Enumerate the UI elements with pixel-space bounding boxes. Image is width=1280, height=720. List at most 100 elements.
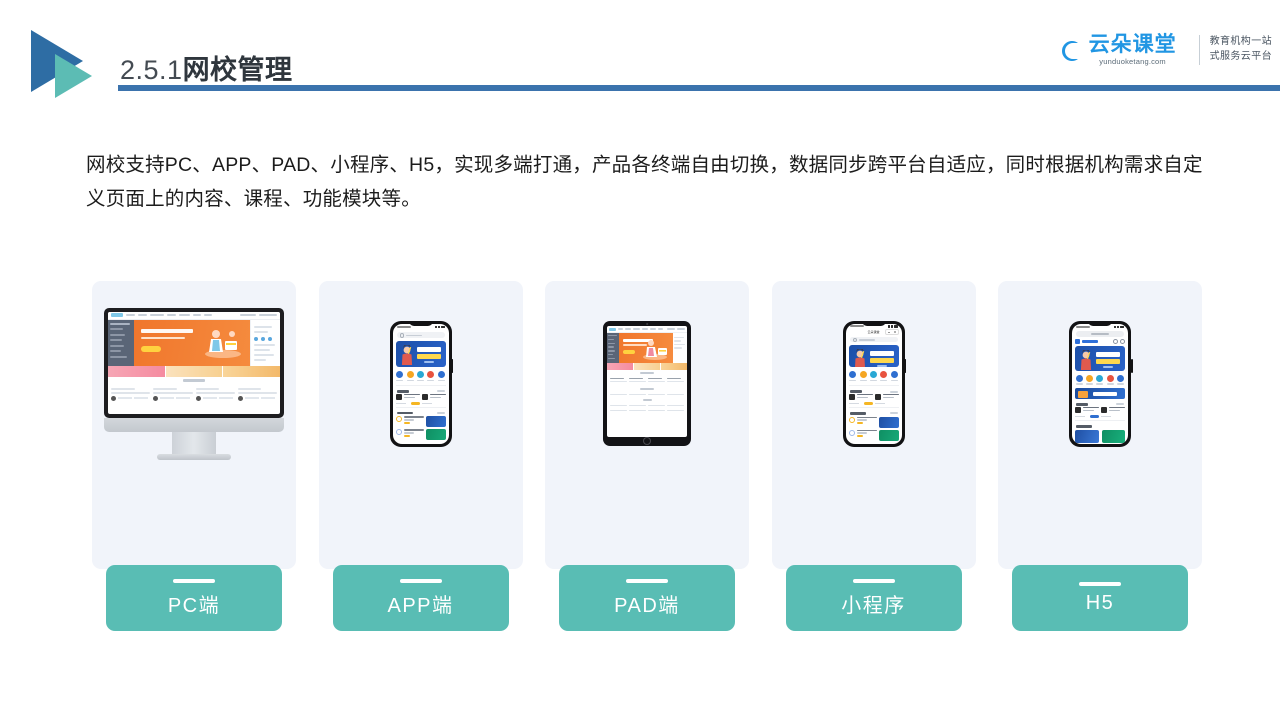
app-icon-row [393,368,449,383]
live-item [848,393,873,406]
label-dash [399,578,442,583]
label-dash [173,578,215,583]
miniprogram-title-text: 云朵课堂 [867,330,880,335]
miniprogram-live-list [846,393,902,406]
web-course-item [111,387,151,401]
smartphone-h5 [1069,320,1133,447]
triangle-logo-mark [28,28,120,102]
monitor-stand-neck [172,431,216,454]
h5-brand-name [1082,340,1098,344]
slide-root: 2.5.1 网校管理 云朵课堂 yunduoketang.com 教育机构一站 … [0,0,1280,720]
banner-figure-illustration [401,345,412,366]
platform-label-text: APP端 [387,594,454,617]
platform-card-h5[interactable]: H5 [998,281,1202,631]
web-hero-row [108,319,280,366]
h5-promo-banner [1075,387,1125,400]
platform-card-pad[interactable]: PAD端 [545,281,749,631]
tablet-screen-content [607,326,687,437]
miniprogram-course-list [846,416,902,444]
course-row [848,416,899,428]
brand-logo: 云朵课堂 yunduoketang.com 教育机构一站 式服务云平台 [1052,34,1272,66]
web-course-item [153,387,193,401]
h5-header-icon[interactable] [1113,339,1118,345]
brand-tagline-line2: 式服务云平台 [1209,50,1272,62]
app-search-bar[interactable] [396,332,445,339]
phone-screen-app [392,323,449,444]
tablet-user-panel [673,333,687,363]
tablet-camera [646,323,648,325]
web-hero-banner [134,319,250,366]
course-row [395,429,446,441]
live-item [395,393,420,405]
platform-card-miniprogram[interactable]: 云朵课堂 小程序 [771,281,976,631]
miniprogram-icon-row [846,368,902,383]
label-dash [1079,581,1121,586]
hero-illustration [205,329,241,358]
app-hero-banner [395,341,446,368]
web-sidebar-menu [108,319,134,366]
smartphone-miniprogram: 云朵课堂 [842,320,906,447]
live-item [1075,406,1099,419]
banner-figure-illustration [854,349,865,368]
platform-label-text: 小程序 [841,594,906,617]
platform-label-button-miniprogram[interactable]: 小程序 [785,565,962,631]
platform-card-pc[interactable]: PC端 [92,281,296,631]
device-illustration-miniprogram: 云朵课堂 [772,281,976,486]
live-item [421,393,446,405]
platform-label-button-pc[interactable]: PC端 [106,565,282,631]
platform-card-app[interactable]: APP端 [318,281,523,631]
device-illustration-phone [319,281,523,486]
web-navbar [108,311,280,320]
smartphone-app [389,320,453,447]
label-dash [626,578,668,583]
web-course-list [108,384,280,404]
live-item [874,393,899,406]
brand-text-block: 云朵课堂 yunduoketang.com [1089,34,1177,66]
brand-logo-main: 云朵课堂 yunduoketang.com [1052,34,1189,66]
platform-label-text: PAD端 [614,594,680,617]
phone-side-button [1131,358,1133,373]
phone-notch [1088,320,1112,326]
live-item [1101,406,1125,419]
web-logo [111,313,123,317]
phone-side-button [451,358,453,373]
brand-divider [1198,34,1200,65]
device-illustration-tablet [545,281,749,486]
tablet-home-button[interactable] [643,436,651,445]
brand-url: yunduoketang.com [1099,57,1166,66]
phone-notch [861,320,886,326]
browser-url-bar[interactable] [1076,331,1124,337]
h5-live-list [1072,406,1128,419]
label-dash [852,578,895,583]
miniprogram-capsule-buttons[interactable] [884,329,899,336]
platform-label-button-pad[interactable]: PAD端 [559,565,735,631]
body-paragraph: 网校支持PC、APP、PAD、小程序、H5，实现多端打通，产品各终端自由切换，数… [86,153,1203,210]
device-illustration-h5 [998,281,1202,486]
course-thumb [1075,429,1099,443]
h5-course-thumb-row [1072,429,1128,444]
course-row [848,429,899,441]
miniprogram-hero-banner [848,345,899,368]
banner-figure-illustration [1080,350,1092,371]
platform-label-button-app[interactable]: APP端 [332,565,509,631]
h5-user-icon[interactable] [1120,339,1125,345]
section-number: 2.5.1 [120,55,183,85]
h5-brand-mark [1075,339,1080,345]
monitor-screen-content [108,311,280,414]
h5-icon-row [1072,372,1128,387]
h5-brand-header [1072,338,1128,346]
tablet-sidebar [607,333,619,363]
brand-name: 云朵课堂 [1088,33,1177,56]
platform-label-text: H5 [1085,591,1115,614]
tablet-hero-row [607,333,687,363]
section-title: 网校管理 [182,55,293,85]
course-row [395,416,446,428]
platform-label-text: PC端 [167,594,221,617]
page-title: 2.5.1 网校管理 [120,48,293,87]
tablet-hero-illustration [643,340,667,360]
tablet-course-grid-row [607,408,687,413]
brand-tagline: 教育机构一站 式服务云平台 [1210,35,1272,64]
miniprogram-search-bar[interactable] [849,337,898,343]
platform-label-button-h5[interactable]: H5 [1012,565,1188,631]
phone-screen-h5 [1072,323,1128,444]
